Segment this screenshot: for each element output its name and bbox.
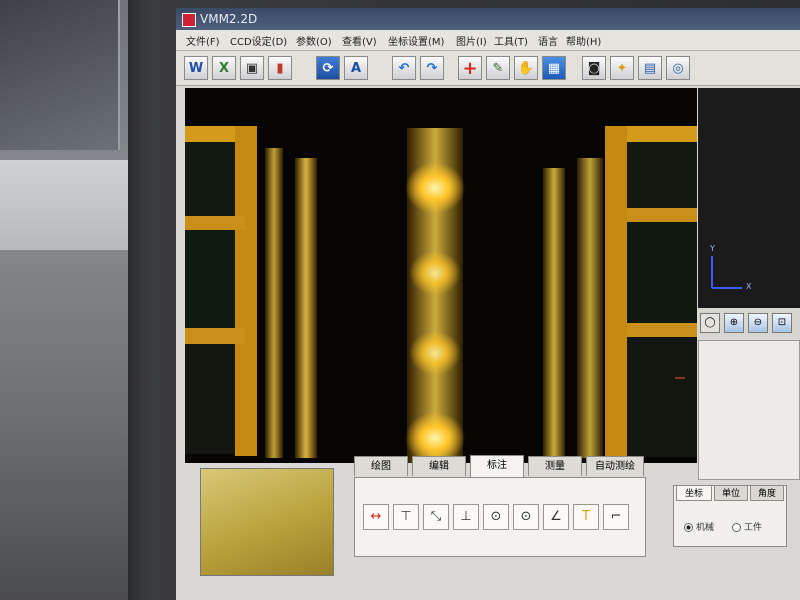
bar-chart-icon: ▮ <box>276 60 284 76</box>
application-window: VMM2.2D 文件(F) CCD设定(D) 参数(O) 查看(V) 坐标设置(… <box>176 8 800 600</box>
circle-center-tool[interactable]: ⊙ <box>483 504 509 530</box>
reset-view-button[interactable]: ◯ <box>700 313 720 333</box>
menu-help[interactable]: 帮助(H) <box>566 33 601 48</box>
reset-icon: ◯ <box>704 317 716 328</box>
zoom-in-button[interactable]: ⊕ <box>724 313 744 333</box>
info-panel <box>698 340 800 480</box>
camera-view[interactable] <box>185 88 697 463</box>
camera-image <box>185 88 697 463</box>
annotate-panel: ↔ ⊤ ⤡ ⊥ ⊙ ⊙ ∠ T ⌐ <box>354 477 646 557</box>
camera-settings-icon: ⟳ <box>322 60 334 76</box>
undo-icon: ↶ <box>398 60 410 76</box>
thumbnail-preview[interactable] <box>200 468 334 576</box>
leader-line-tool[interactable]: ⌐ <box>603 504 629 530</box>
tab-annotate[interactable]: 标注 <box>470 455 524 477</box>
diagonal-dimension-tool[interactable]: ⤡ <box>423 504 449 530</box>
grid-icon: ▦ <box>547 60 561 76</box>
x-axis-label: X <box>746 282 752 291</box>
camera-settings-button[interactable]: ⟳ <box>316 56 340 80</box>
menu-coordinate-settings[interactable]: 坐标设置(M) <box>388 33 444 48</box>
menu-bar: 文件(F) CCD设定(D) 参数(O) 查看(V) 坐标设置(M) 图片(I)… <box>176 30 800 51</box>
menu-language[interactable]: 语言 <box>538 33 558 48</box>
excel-icon: X <box>218 60 230 76</box>
excel-export-button[interactable]: X <box>212 56 236 80</box>
crosshair-button[interactable]: + <box>458 56 482 80</box>
snapshot-button[interactable]: ◙ <box>582 56 606 80</box>
menu-tools[interactable]: 工具(T) <box>494 33 528 48</box>
light-button[interactable]: ✦ <box>610 56 634 80</box>
workpiece-coordinate-radio[interactable]: 工件 <box>732 520 762 533</box>
tab-angle[interactable]: 角度 <box>750 485 784 501</box>
text-icon: A <box>350 60 362 76</box>
menu-image[interactable]: 图片(I) <box>456 33 487 48</box>
tab-coordinates[interactable]: 坐标 <box>676 485 712 501</box>
hand-icon: ✋ <box>517 60 535 76</box>
undo-button[interactable]: ↶ <box>392 56 416 80</box>
bulb-icon: ✦ <box>616 60 628 76</box>
pan-button[interactable]: ✋ <box>514 56 538 80</box>
word-icon: W <box>188 60 204 76</box>
text-button[interactable]: A <box>344 56 368 80</box>
image-settings-button[interactable]: ▤ <box>638 56 662 80</box>
menu-parameters[interactable]: 参数(O) <box>296 33 332 48</box>
perpendicular-tool[interactable]: ⊥ <box>453 504 479 530</box>
zoom-out-button[interactable]: ⊖ <box>748 313 768 333</box>
wand-button[interactable]: ✎ <box>486 56 510 80</box>
toolbar: W X ▣ ▮ ⟳ A ↶ ↷ + ✎ ✋ ▦ ◙ ✦ ▤ ◎ <box>176 51 800 86</box>
workpiece-coordinate-label: 工件 <box>744 523 763 533</box>
machine-coordinate-radio[interactable]: 机械 <box>684 520 714 533</box>
wand-icon: ✎ <box>492 60 504 76</box>
zoom-fit-button[interactable]: ⊡ <box>772 313 792 333</box>
camera-icon: ◙ <box>587 60 601 76</box>
redo-icon: ↷ <box>426 60 438 76</box>
tab-units[interactable]: 单位 <box>714 485 748 501</box>
window-title: VMM2.2D <box>200 12 258 26</box>
circle-diameter-tool[interactable]: ⊙ <box>513 504 539 530</box>
menu-view[interactable]: 查看(V) <box>342 33 377 48</box>
zoom-toolbar: ◯ ⊕ ⊖ ⊡ <box>698 308 800 338</box>
background-panel <box>0 0 120 150</box>
tool-tabs: 绘图 编辑 标注 测量 自动测绘 <box>354 455 646 478</box>
angle-tool[interactable]: ∠ <box>543 504 569 530</box>
zoom-in-icon: ⊕ <box>729 317 739 328</box>
y-axis-label: Y <box>710 244 715 253</box>
zoom-fit-icon: ⊡ <box>777 317 787 328</box>
target-icon: ◎ <box>672 60 684 76</box>
coordinate-panel: 坐标 单位 角度 机械 工件 <box>673 485 787 547</box>
menu-ccd-settings[interactable]: CCD设定(D) <box>230 33 287 48</box>
chart-button[interactable]: ▮ <box>268 56 292 80</box>
menu-file[interactable]: 文件(F) <box>186 33 220 48</box>
save-button[interactable]: ▣ <box>240 56 264 80</box>
title-bar: VMM2.2D <box>176 8 800 30</box>
text-annotation-tool[interactable]: T <box>573 504 599 530</box>
machine-coordinate-label: 机械 <box>696 523 715 533</box>
radio-selected-icon <box>684 523 693 532</box>
crosshair-icon: + <box>462 57 478 79</box>
word-export-button[interactable]: W <box>184 56 208 80</box>
tab-auto-measure[interactable]: 自动测绘 <box>586 456 644 476</box>
app-icon <box>182 13 196 27</box>
tab-draw[interactable]: 绘图 <box>354 456 408 476</box>
axis-indicator <box>711 256 742 289</box>
background-paper <box>0 160 135 250</box>
save-icon: ▣ <box>245 60 259 76</box>
image-settings-icon: ▤ <box>643 60 657 76</box>
radio-unselected-icon <box>732 523 741 532</box>
zoom-out-icon: ⊖ <box>753 317 763 328</box>
navigator-view[interactable]: Y X <box>698 88 800 308</box>
grid-button[interactable]: ▦ <box>542 56 566 80</box>
tab-measure[interactable]: 测量 <box>528 456 582 476</box>
redo-button[interactable]: ↷ <box>420 56 444 80</box>
tab-edit[interactable]: 编辑 <box>412 456 466 476</box>
target-button[interactable]: ◎ <box>666 56 690 80</box>
horizontal-dimension-tool[interactable]: ↔ <box>363 504 389 530</box>
vertical-dimension-tool[interactable]: ⊤ <box>393 504 419 530</box>
